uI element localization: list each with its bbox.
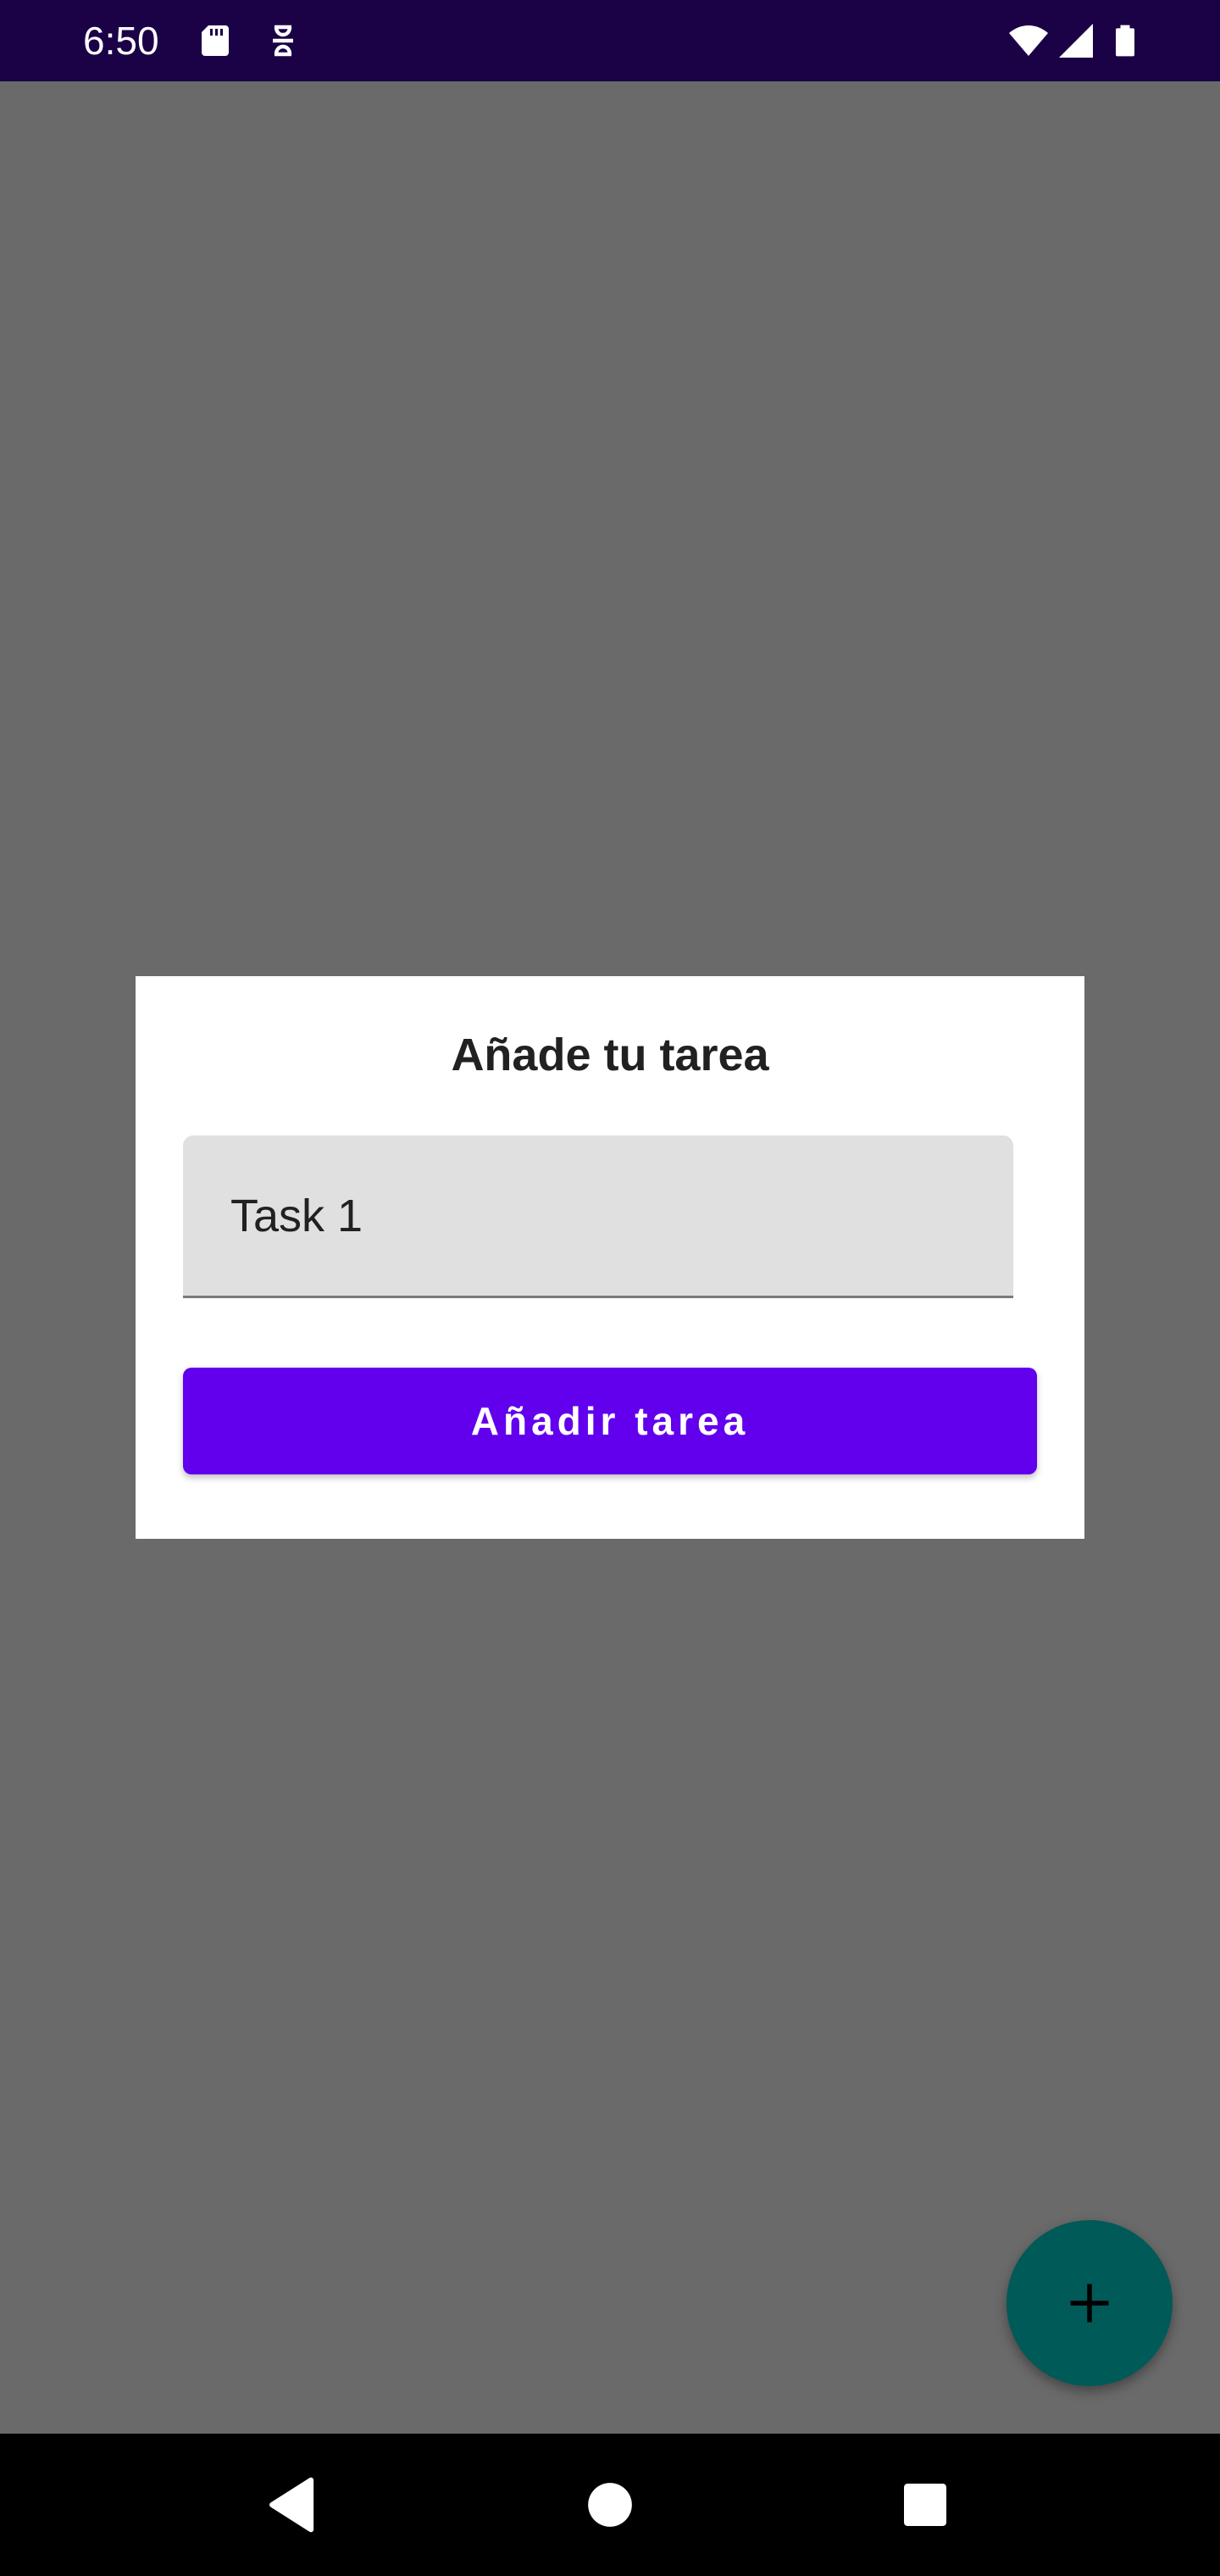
sd-card-icon <box>195 20 236 61</box>
task-text-field[interactable] <box>183 1135 1013 1298</box>
add-fab-button[interactable] <box>1006 2220 1173 2386</box>
task-input[interactable] <box>230 1186 976 1246</box>
add-task-dialog: Añade tu tarea Añadir tarea <box>136 976 1084 1539</box>
status-bar: 6:50 <box>0 0 1220 81</box>
navigation-bar <box>0 2434 1220 2576</box>
add-task-button[interactable]: Añadir tarea <box>183 1368 1037 1474</box>
app-screen: 6:50 Añade tu tarea Añadir tarea <box>0 0 1220 2576</box>
wifi-icon <box>1005 20 1052 61</box>
signal-icon <box>1056 20 1096 61</box>
notification-icon <box>263 20 303 61</box>
recents-button[interactable] <box>883 2462 968 2547</box>
dialog-title: Añade tu tarea <box>451 1030 769 1080</box>
home-icon <box>588 2483 632 2527</box>
back-button[interactable] <box>247 2462 332 2547</box>
recents-icon <box>904 2484 946 2526</box>
home-button[interactable] <box>568 2462 652 2547</box>
back-icon <box>269 2477 314 2533</box>
battery-icon <box>1106 20 1144 61</box>
plus-icon <box>1070 2284 1109 2323</box>
status-time: 6:50 <box>83 19 159 63</box>
